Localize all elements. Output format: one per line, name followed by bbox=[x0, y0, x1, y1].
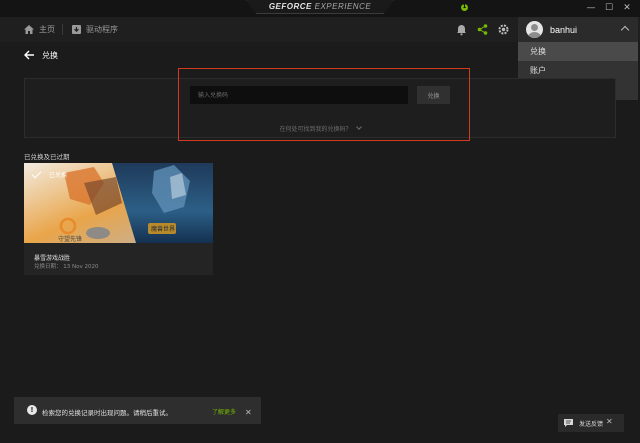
menu-item-redeem[interactable]: 兑换 bbox=[518, 42, 638, 61]
code-help-label: 在何处可找到我的兑换码？ bbox=[279, 126, 352, 133]
chevron-down-icon bbox=[355, 124, 362, 130]
feedback-label: 发送反馈 bbox=[579, 420, 604, 428]
logo-wow: 魔兽世界 bbox=[151, 225, 175, 233]
error-toast: ! 检索您的兑换记录时出现问题。请稍后重试。 了解更多 bbox=[14, 397, 261, 424]
card-title: 暴雪游戏战胜 bbox=[34, 255, 71, 262]
notification-bell-icon[interactable] bbox=[455, 23, 468, 36]
card-date: 兑换日期： 13 Nov 2020 bbox=[34, 262, 99, 270]
notification-badge: 1 bbox=[461, 4, 468, 11]
maximize-button[interactable]: ☐ bbox=[602, 2, 616, 14]
redeemed-status: 已兑换 bbox=[31, 168, 68, 179]
chevron-up-icon bbox=[620, 25, 630, 35]
learn-more-link[interactable]: 了解更多 bbox=[212, 407, 236, 416]
settings-gear-icon[interactable] bbox=[497, 23, 510, 36]
nav-home-label: 主页 bbox=[39, 25, 55, 34]
avatar bbox=[526, 21, 543, 38]
feedback-chat-icon bbox=[564, 419, 573, 427]
user-menu-button[interactable]: banhui bbox=[518, 17, 638, 42]
code-help-link[interactable]: 在何处可找到我的兑换码？ bbox=[0, 124, 640, 133]
history-section-title: 已兑换及已过期 bbox=[24, 153, 70, 161]
redeemed-status-label: 已兑换 bbox=[49, 172, 68, 179]
nav-home[interactable]: 主页 bbox=[24, 17, 55, 42]
alert-icon: ! bbox=[27, 405, 37, 415]
checkmark-icon bbox=[31, 168, 42, 178]
nav-drivers-label: 驱动程序 bbox=[86, 25, 118, 34]
toast-message: 检索您的兑换记录时出现问题。请稍后重试。 bbox=[42, 409, 172, 417]
feedback-close-icon[interactable]: ✕ bbox=[606, 417, 613, 426]
logo-line2: EXPERIENCE bbox=[314, 2, 372, 11]
logo-line1: GEFORCE bbox=[268, 2, 312, 11]
logo-overwatch: 守望先锋 bbox=[58, 235, 82, 243]
nav-drivers[interactable]: 驱动程序 bbox=[72, 17, 118, 42]
username: banhui bbox=[550, 24, 578, 35]
drivers-icon bbox=[72, 25, 81, 34]
feedback-button[interactable]: 发送反馈 bbox=[558, 414, 624, 432]
back-arrow-icon[interactable] bbox=[24, 50, 35, 60]
app-logo: GEFORCE EXPERIENCE bbox=[246, 2, 394, 11]
toast-close-icon[interactable]: ✕ bbox=[245, 408, 252, 417]
nav-divider bbox=[62, 24, 63, 35]
minimize-button[interactable]: — bbox=[584, 2, 598, 14]
window-close-button[interactable]: ✕ bbox=[620, 2, 634, 14]
redeem-code-input[interactable] bbox=[190, 86, 408, 104]
page-title: 兑换 bbox=[42, 51, 58, 60]
share-icon[interactable] bbox=[476, 23, 489, 36]
card-date-value: 13 Nov 2020 bbox=[63, 264, 99, 270]
home-icon bbox=[24, 25, 34, 34]
card-date-label: 兑换日期： bbox=[34, 264, 62, 270]
redeem-button[interactable]: 兑换 bbox=[417, 86, 450, 104]
